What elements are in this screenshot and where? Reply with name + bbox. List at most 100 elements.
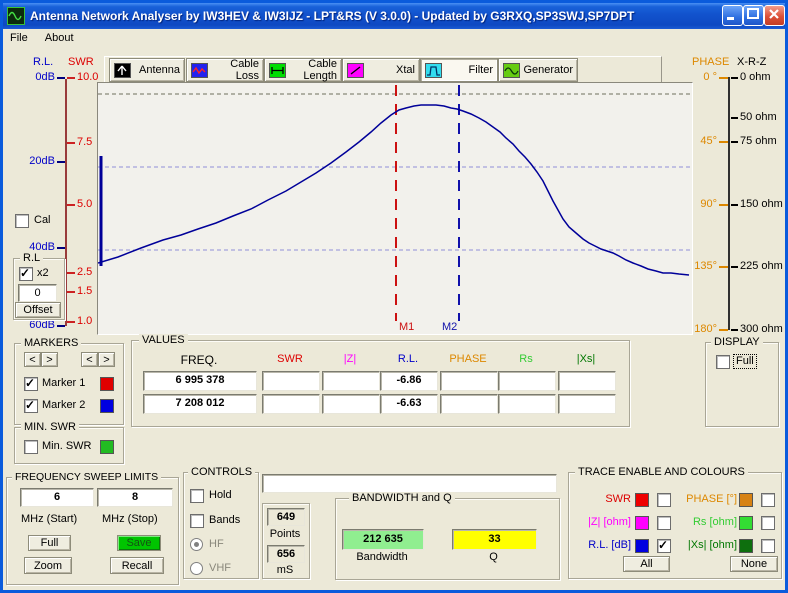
- sweep-plot[interactable]: M1 M2: [97, 82, 693, 335]
- rl-tick-60db: [57, 325, 65, 327]
- trace-xs-checkbox[interactable]: [761, 539, 775, 553]
- marker2-checkbox[interactable]: [24, 399, 38, 413]
- cable-length-mode-button[interactable]: Cable Length: [264, 58, 342, 82]
- bands-label: Bands: [209, 514, 240, 527]
- sweep-recall-button[interactable]: Recall: [110, 557, 164, 574]
- rl-offset-group-title: R.L: [20, 252, 43, 264]
- hold-checkbox[interactable]: [190, 489, 204, 503]
- minimize-button[interactable]: [722, 5, 743, 26]
- swr-tick-label-1: 1.0: [77, 315, 92, 328]
- sweep-save-button[interactable]: Save: [117, 535, 161, 551]
- min-swr-color-swatch[interactable]: [100, 440, 114, 454]
- phase-tick-135: [719, 266, 728, 268]
- x2-checkbox[interactable]: [19, 267, 33, 281]
- trace-phase-label: PHASE [°]: [675, 493, 737, 506]
- swr-axis-title: SWR: [68, 56, 94, 69]
- phase-tick-45: [719, 141, 728, 143]
- ohm-tick-label-75: 75 ohm: [740, 135, 777, 148]
- marker2-color-swatch[interactable]: [100, 399, 114, 413]
- marker1-freq-value[interactable]: 6 995 378: [143, 371, 257, 391]
- antenna-mode-label: Antenna: [131, 64, 184, 76]
- menu-bar: File About: [3, 29, 785, 48]
- phase-tick-label-180: 180°: [691, 323, 717, 336]
- right-axis-line: [728, 77, 730, 330]
- maximize-button[interactable]: [743, 5, 764, 26]
- marker1-next-button[interactable]: >: [41, 352, 58, 367]
- freq-start-input[interactable]: 6: [20, 488, 94, 507]
- comment-input[interactable]: [262, 474, 557, 493]
- vhf-radio[interactable]: [190, 562, 203, 575]
- trace-z-swatch[interactable]: [635, 516, 649, 530]
- points-value: 649: [267, 508, 305, 526]
- marker2-prev-button[interactable]: <: [81, 352, 98, 367]
- marker2-next-button[interactable]: >: [98, 352, 115, 367]
- ohm-tick-150: [731, 204, 738, 206]
- trace-xs-swatch[interactable]: [739, 539, 753, 553]
- trace-phase-swatch[interactable]: [739, 493, 753, 507]
- marker2-phase-value: [440, 394, 498, 414]
- offset-value-input[interactable]: 0: [18, 284, 57, 302]
- trace-rs-swatch[interactable]: [739, 516, 753, 530]
- rl-axis-title: R.L.: [33, 56, 53, 69]
- bands-checkbox[interactable]: [190, 514, 204, 528]
- marker1-prev-button[interactable]: <: [24, 352, 41, 367]
- cable-loss-mode-label: Cable Loss: [208, 58, 263, 82]
- trace-rs-checkbox[interactable]: [761, 516, 775, 530]
- trace-phase-checkbox[interactable]: [761, 493, 775, 507]
- swr-tick-label-5: 5.0: [77, 198, 92, 211]
- filter-mode-button[interactable]: Filter: [420, 58, 498, 82]
- trace-swr-checkbox[interactable]: [657, 493, 671, 507]
- trace-swr-label: SWR: [576, 493, 631, 506]
- menu-about[interactable]: About: [38, 29, 81, 44]
- close-button[interactable]: [764, 5, 785, 26]
- filter-icon: [425, 63, 442, 78]
- marker1-checkbox[interactable]: [24, 377, 38, 391]
- hf-radio[interactable]: [190, 538, 203, 551]
- swr-tick-label-2p5: 2.5: [77, 266, 92, 279]
- swr-tick-label-7p5: 7.5: [77, 136, 92, 149]
- trace-none-button[interactable]: None: [730, 556, 778, 572]
- sweep-zoom-button[interactable]: Zoom: [24, 557, 72, 574]
- display-full-label: Full: [734, 355, 756, 368]
- swr-tick-1p5: [67, 291, 75, 293]
- marker1-label: Marker 1: [42, 377, 85, 390]
- ohm-tick-225: [731, 266, 738, 268]
- header-swr: SWR: [262, 353, 318, 365]
- phase-tick-label-45: 45°: [691, 135, 717, 148]
- rl-tick-40db: [57, 247, 65, 249]
- marker2-line-label: M2: [442, 321, 457, 333]
- rl-tick-0db: [57, 77, 65, 79]
- title-bar[interactable]: Antenna Network Analyser by IW3HEV & IW3…: [3, 3, 785, 29]
- menu-file[interactable]: File: [3, 29, 35, 44]
- sweep-full-button[interactable]: Full: [28, 535, 71, 551]
- rl-tick-label-60db: 60dB: [15, 319, 55, 332]
- swr-tick-5: [67, 204, 75, 206]
- marker1-line-label: M1: [399, 321, 414, 333]
- trace-rl-label: R.L. [dB]: [576, 539, 631, 552]
- vhf-label: VHF: [209, 562, 231, 575]
- cal-checkbox[interactable]: [15, 214, 29, 228]
- swr-tick-label-10: 10.0: [77, 71, 98, 84]
- cable-loss-mode-button[interactable]: Cable Loss: [186, 58, 264, 82]
- trace-rl-swatch[interactable]: [635, 539, 649, 553]
- display-full-checkbox[interactable]: [716, 355, 730, 369]
- trace-rl-checkbox[interactable]: [657, 539, 671, 553]
- min-swr-checkbox[interactable]: [24, 440, 38, 454]
- marker2-z-value: [322, 394, 380, 414]
- antenna-mode-button[interactable]: Antenna: [109, 58, 185, 82]
- values-group-title: VALUES: [139, 334, 188, 346]
- xrz-axis-title: X-R-Z: [737, 56, 766, 69]
- trace-rs-label: Rs [ohm]: [675, 516, 737, 529]
- offset-button[interactable]: Offset: [15, 302, 61, 318]
- marker2-freq-value[interactable]: 7 208 012: [143, 394, 257, 414]
- rl-tick-20db: [57, 161, 65, 163]
- generator-mode-button[interactable]: Generator: [498, 58, 578, 82]
- swr-tick-2p5: [67, 272, 75, 274]
- trace-swr-swatch[interactable]: [635, 493, 649, 507]
- marker1-color-swatch[interactable]: [100, 377, 114, 391]
- xtal-mode-button[interactable]: Xtal: [342, 58, 420, 82]
- trace-z-checkbox[interactable]: [657, 516, 671, 530]
- trace-all-button[interactable]: All: [623, 556, 670, 572]
- freq-stop-input[interactable]: 8: [97, 488, 173, 507]
- xtal-icon: [347, 63, 364, 78]
